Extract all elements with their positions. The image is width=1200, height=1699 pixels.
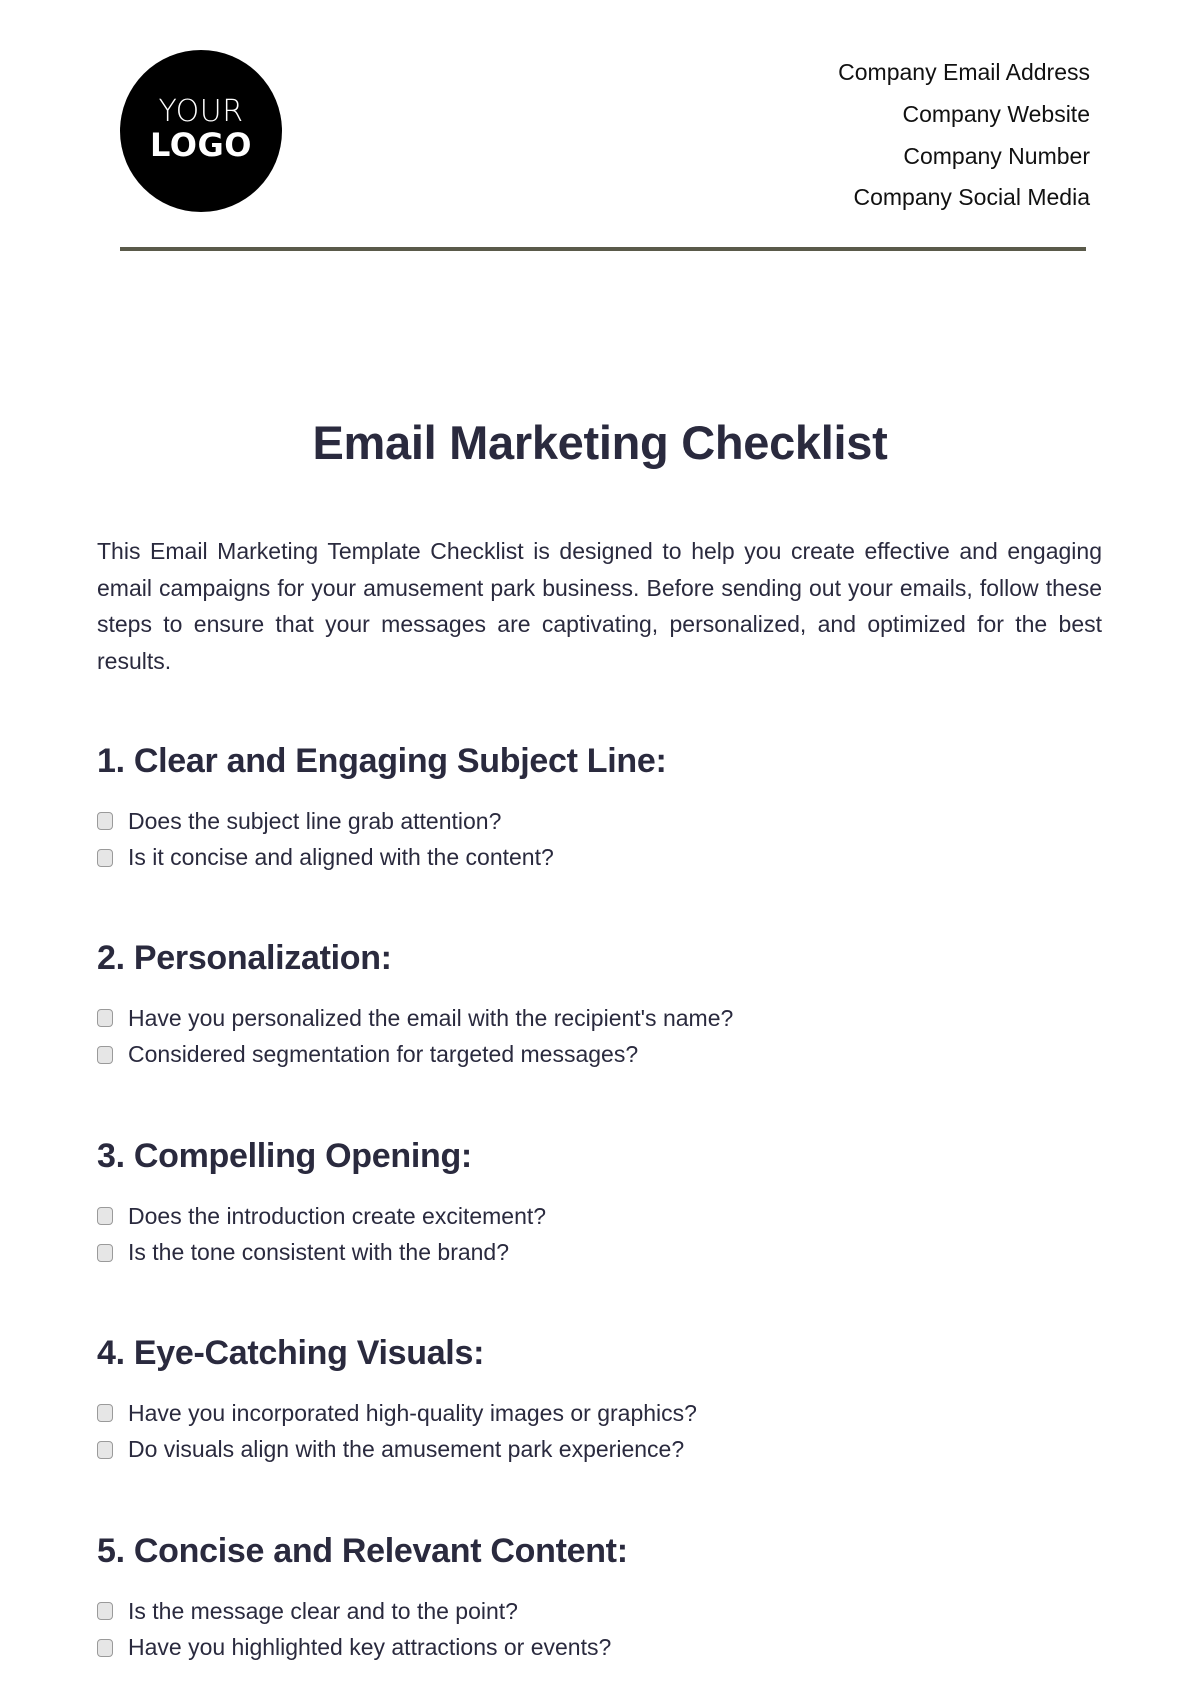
checklist-item: Is the message clear and to the point? bbox=[97, 1593, 1097, 1630]
checklist-item: Have you highlighted key attractions or … bbox=[97, 1630, 1097, 1667]
intro-paragraph: This Email Marketing Template Checklist … bbox=[97, 538, 1102, 674]
checkbox[interactable] bbox=[97, 1009, 113, 1028]
logo-line-2: LOGO bbox=[150, 126, 252, 164]
checklist-item-label: Is the tone consistent with the brand? bbox=[128, 1239, 510, 1266]
checklist-item: Does the introduction create excitement? bbox=[97, 1198, 1097, 1235]
section-heading: 5. Concise and Relevant Content: bbox=[97, 1532, 628, 1570]
checkbox[interactable] bbox=[97, 1404, 113, 1423]
header-divider bbox=[120, 247, 1086, 251]
section-heading: 3. Compelling Opening: bbox=[97, 1137, 472, 1175]
checklist-item-label: Does the subject line grab attention? bbox=[128, 807, 502, 834]
checklist-item-label: Have you incorporated high-quality image… bbox=[128, 1399, 697, 1426]
company-logo: YOUR LOGO bbox=[120, 50, 282, 212]
checklist-item: Does the subject line grab attention? bbox=[97, 803, 1097, 840]
checklist-item: Have you personalized the email with the… bbox=[97, 1000, 1097, 1037]
checklist-item-label: Have you highlighted key attractions or … bbox=[128, 1634, 612, 1661]
checklist-item-label: Is it concise and aligned with the conte… bbox=[128, 844, 554, 871]
company-email: Company Email Address bbox=[838, 59, 1090, 85]
checklist-item: Is the tone consistent with the brand? bbox=[97, 1235, 1097, 1272]
checklist-section-1: 1. Clear and Engaging Subject Line: Does… bbox=[97, 741, 1097, 876]
checkbox[interactable] bbox=[97, 812, 113, 831]
checklist-item: Have you incorporated high-quality image… bbox=[97, 1395, 1097, 1432]
checkbox[interactable] bbox=[97, 1207, 113, 1226]
checklist-item: Is it concise and aligned with the conte… bbox=[97, 840, 1097, 877]
company-social-media: Company Social Media bbox=[853, 184, 1090, 211]
checklist-item-label: Do visuals align with the amusement park… bbox=[128, 1436, 685, 1463]
checklist-item-label: Considered segmentation for targeted mes… bbox=[128, 1041, 639, 1068]
company-website: Company Website bbox=[902, 100, 1091, 127]
document-title: Email Marketing Checklist bbox=[312, 416, 888, 469]
checkbox[interactable] bbox=[97, 1638, 113, 1657]
checklist-section-2: 2. Personalization: Have you personalize… bbox=[97, 938, 1097, 1073]
checklist-item-label: Is the message clear and to the point? bbox=[128, 1597, 518, 1624]
checklist-section-5: 5. Concise and Relevant Content: Is the … bbox=[97, 1531, 1097, 1666]
checkbox[interactable] bbox=[97, 848, 113, 867]
checklist-item-label: Have you personalized the email with the… bbox=[128, 1004, 734, 1031]
checkbox[interactable] bbox=[97, 1243, 113, 1262]
checkbox[interactable] bbox=[97, 1602, 113, 1621]
section-heading: 4. Eye-Catching Visuals: bbox=[97, 1334, 485, 1372]
checklist-section-3: 3. Compelling Opening: Does the introduc… bbox=[97, 1136, 1097, 1271]
section-heading: 1. Clear and Engaging Subject Line: bbox=[97, 742, 667, 780]
checklist-item: Do visuals align with the amusement park… bbox=[97, 1432, 1097, 1469]
company-number: Company Number bbox=[903, 142, 1090, 169]
checklist-item-label: Does the introduction create excitement? bbox=[128, 1202, 547, 1229]
checkbox[interactable] bbox=[97, 1440, 113, 1459]
checklist-section-4: 4. Eye-Catching Visuals: Have you incorp… bbox=[97, 1333, 1097, 1468]
section-heading: 2. Personalization: bbox=[97, 939, 392, 977]
logo-line-1: YOUR bbox=[158, 94, 244, 129]
checklist-item: Considered segmentation for targeted mes… bbox=[97, 1037, 1097, 1074]
company-contact-block: Company Email Address Company Website Co… bbox=[838, 52, 1090, 219]
checkbox[interactable] bbox=[97, 1045, 113, 1064]
